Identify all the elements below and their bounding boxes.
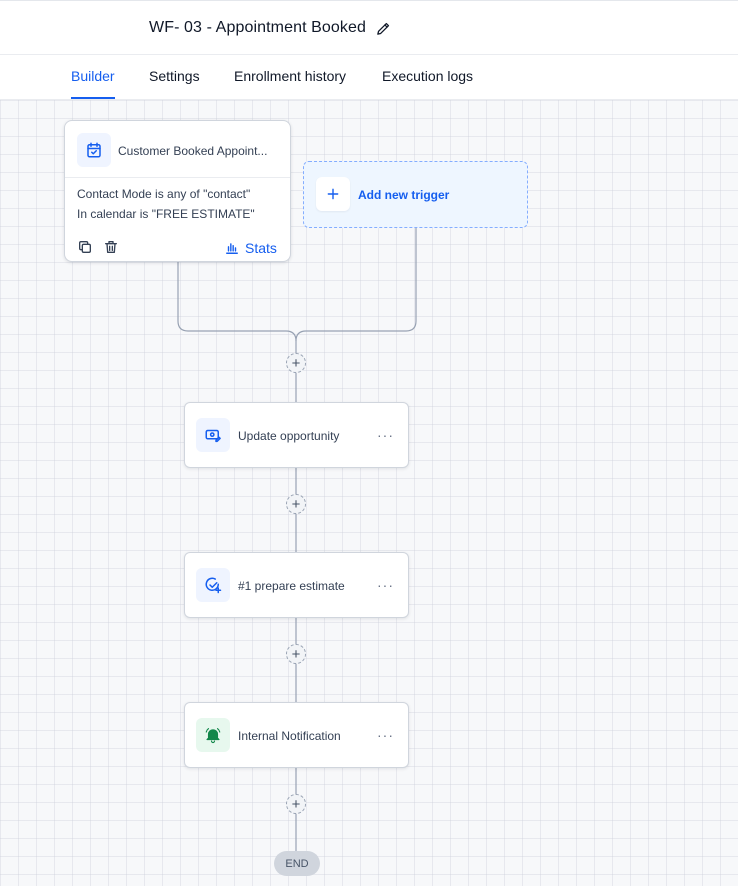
end-node: END <box>274 851 320 876</box>
copy-icon[interactable] <box>77 239 93 255</box>
add-step-button[interactable]: + <box>286 494 306 514</box>
pencil-icon[interactable] <box>375 20 392 37</box>
calendar-check-icon <box>77 133 111 167</box>
trigger-card-footer: Stats <box>65 231 290 263</box>
more-options-icon[interactable]: ··· <box>377 577 394 593</box>
trash-icon[interactable] <box>103 239 119 255</box>
bell-icon <box>196 718 230 752</box>
stats-label: Stats <box>245 240 277 256</box>
action-card-prepare-estimate[interactable]: #1 prepare estimate ··· <box>184 552 409 618</box>
trigger-card-header: Customer Booked Appoint... <box>65 121 290 178</box>
action-label: Update opportunity <box>238 429 340 443</box>
tab-settings[interactable]: Settings <box>149 68 200 99</box>
trigger-condition: Contact Mode is any of "contact" <box>77 187 251 201</box>
trigger-title: Customer Booked Appoint... <box>118 144 268 158</box>
tab-bar: Builder Settings Enrollment history Exec… <box>0 55 738 100</box>
tab-builder[interactable]: Builder <box>71 68 115 99</box>
workflow-canvas[interactable]: Customer Booked Appoint... Contact Mode … <box>0 100 738 886</box>
bar-chart-icon <box>226 243 238 254</box>
action-card-internal-notification[interactable]: Internal Notification ··· <box>184 702 409 768</box>
more-options-icon[interactable]: ··· <box>377 727 394 743</box>
add-new-trigger-label: Add new trigger <box>358 188 450 202</box>
action-label: #1 prepare estimate <box>238 579 345 593</box>
add-new-trigger-button[interactable]: Add new trigger <box>303 161 528 228</box>
add-step-button[interactable]: + <box>286 353 306 373</box>
more-options-icon[interactable]: ··· <box>377 427 394 443</box>
stats-button[interactable]: Stats <box>225 239 277 257</box>
workflow-header: WF- 03 - Appointment Booked <box>0 0 738 55</box>
plus-icon <box>316 177 350 211</box>
add-step-button[interactable]: + <box>286 794 306 814</box>
task-check-icon <box>196 568 230 602</box>
tab-execution-logs[interactable]: Execution logs <box>382 68 473 99</box>
action-card-update-opportunity[interactable]: Update opportunity ··· <box>184 402 409 468</box>
workflow-title[interactable]: WF- 03 - Appointment Booked <box>149 19 366 37</box>
add-step-button[interactable]: + <box>286 644 306 664</box>
trigger-card[interactable]: Customer Booked Appoint... Contact Mode … <box>64 120 291 262</box>
opportunity-icon <box>196 418 230 452</box>
action-label: Internal Notification <box>238 729 341 743</box>
trigger-condition: In calendar is "FREE ESTIMATE" <box>77 207 255 221</box>
tab-enrollment-history[interactable]: Enrollment history <box>234 68 346 99</box>
